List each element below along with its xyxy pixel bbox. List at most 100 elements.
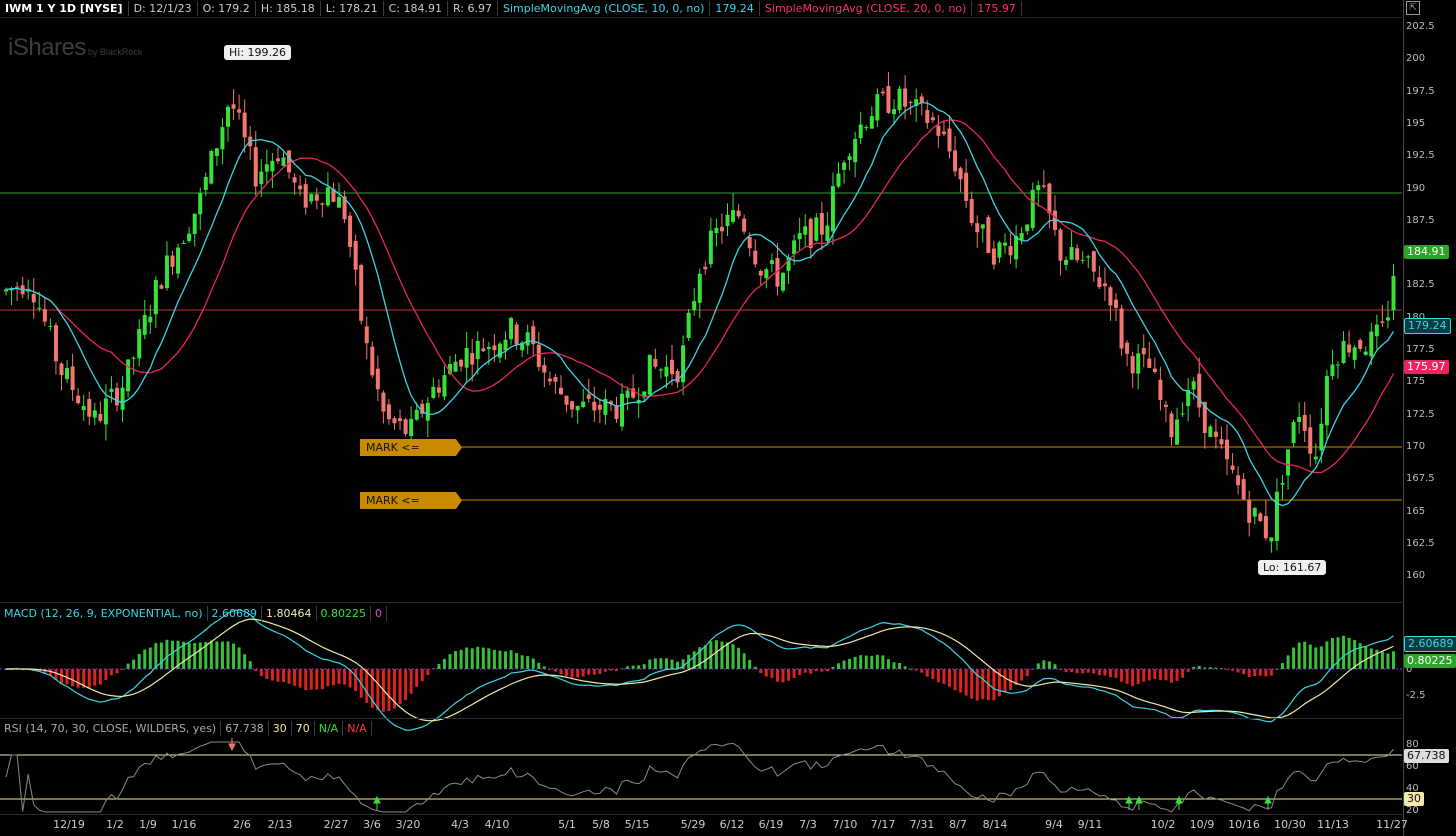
pane-divider-macd[interactable] xyxy=(0,602,1402,603)
macd-bar xyxy=(237,647,241,669)
macd-bar xyxy=(1297,642,1301,669)
macd-bar xyxy=(1386,653,1390,669)
rsi-header: RSI (14, 70, 30, CLOSE, WILDERS, yes) 67… xyxy=(0,720,1402,737)
candle-body xyxy=(409,418,414,437)
price-tick: 202.5 xyxy=(1406,21,1435,32)
candle-body xyxy=(1385,317,1390,321)
macd-bar xyxy=(764,669,768,677)
time-axis-label: 5/1 xyxy=(558,818,576,831)
candle-body xyxy=(930,117,935,121)
macd-bar xyxy=(476,646,480,669)
candle-body xyxy=(92,410,97,418)
candle-body xyxy=(808,218,813,249)
candle-body xyxy=(253,147,258,187)
macd-bar xyxy=(737,647,741,669)
candle-body xyxy=(309,194,314,202)
macd-tick-neg: -2.5 xyxy=(1406,690,1426,701)
macd-bar xyxy=(1108,669,1112,678)
candle-body xyxy=(281,157,286,166)
time-axis-label: 3/6 xyxy=(363,818,381,831)
candle-body xyxy=(814,217,819,241)
candle-body xyxy=(1391,275,1396,311)
macd-bar xyxy=(653,658,657,669)
macd-bar xyxy=(1330,638,1334,669)
macd-bar xyxy=(1103,669,1107,676)
candle-body xyxy=(42,309,47,322)
expand-icon[interactable]: ⇱ xyxy=(1406,1,1420,15)
time-axis-label: 2/6 xyxy=(233,818,251,831)
candle-body xyxy=(797,233,802,240)
candle-body xyxy=(1336,364,1340,366)
price-chart-canvas[interactable] xyxy=(0,0,1456,836)
candle-body xyxy=(1125,342,1130,354)
candle-body xyxy=(1047,183,1052,214)
time-axis-label: 11/27 xyxy=(1376,818,1408,831)
macd-bar xyxy=(1170,669,1173,683)
candle-body xyxy=(15,286,20,288)
macd-bar xyxy=(215,641,219,669)
macd-bar xyxy=(742,653,746,669)
candle-body xyxy=(314,194,319,201)
macd-bar xyxy=(720,641,724,669)
macd-bar xyxy=(209,640,213,669)
candle-body xyxy=(375,368,380,390)
candle-body xyxy=(59,363,64,376)
candle-body xyxy=(65,368,70,380)
macd-bar xyxy=(537,662,541,669)
macd-bar xyxy=(1153,669,1157,679)
time-axis-label: 10/9 xyxy=(1189,818,1215,831)
candle-body xyxy=(903,88,908,107)
candle-body xyxy=(226,106,230,127)
time-axis-label: 4/3 xyxy=(451,818,469,831)
candle-body xyxy=(1141,348,1146,355)
candle-body xyxy=(1163,404,1168,407)
macd-avg-line xyxy=(5,618,1394,722)
macd-bar xyxy=(1269,669,1273,676)
price-mark-1[interactable]: MARK <= 169.77 ✕ xyxy=(360,439,462,456)
time-axis-label: 10/16 xyxy=(1228,818,1260,831)
candle-body xyxy=(242,112,247,138)
macd-bar xyxy=(892,662,896,669)
macd-bar xyxy=(681,659,685,669)
macd-bar xyxy=(631,665,635,669)
time-axis-label: 8/7 xyxy=(949,818,967,831)
sma20-tag: 175.97 xyxy=(1404,360,1449,374)
macd-bar xyxy=(220,641,224,669)
candle-body xyxy=(653,358,658,367)
candle-body xyxy=(1219,439,1224,445)
candle-body xyxy=(1363,351,1368,355)
pane-divider-rsi[interactable] xyxy=(0,718,1402,719)
price-tick: 195 xyxy=(1406,117,1426,129)
candle-body xyxy=(592,401,597,411)
macd-bar xyxy=(726,642,729,669)
price-tick: 197.5 xyxy=(1406,85,1435,97)
candle-body xyxy=(164,255,169,289)
candle-body xyxy=(1369,331,1374,357)
rsi-label[interactable]: RSI (14, 70, 30, CLOSE, WILDERS, yes) xyxy=(0,721,222,736)
macd-bar xyxy=(293,669,297,686)
candle-body xyxy=(547,378,552,382)
macd-bar xyxy=(1258,669,1262,676)
rsi-overbought-value: 70 xyxy=(292,721,315,736)
macd-bar xyxy=(1114,669,1118,678)
macd-bar xyxy=(1136,669,1140,685)
candle-body xyxy=(864,127,869,129)
candle-body xyxy=(370,346,375,376)
time-axis-label: 1/2 xyxy=(106,818,124,831)
candle-body xyxy=(1258,513,1263,521)
candle-body xyxy=(1030,189,1035,229)
macd-bar xyxy=(1175,669,1179,681)
macd-bar xyxy=(420,669,424,682)
macd-bar xyxy=(886,659,890,669)
macd-bar xyxy=(1142,669,1146,682)
macd-label[interactable]: MACD (12, 26, 9, EXPONENTIAL, no) xyxy=(0,606,208,621)
time-axis-label: 1/9 xyxy=(139,818,157,831)
macd-bar xyxy=(565,669,569,677)
candle-body xyxy=(564,395,569,405)
time-axis-label: 10/2 xyxy=(1150,818,1176,831)
candle-body xyxy=(1225,439,1229,460)
price-mark-2[interactable]: MARK <= 165.60 ✕ xyxy=(360,492,462,509)
candle-body xyxy=(1236,475,1241,486)
candle-body xyxy=(214,148,219,156)
candle-body xyxy=(115,387,119,406)
